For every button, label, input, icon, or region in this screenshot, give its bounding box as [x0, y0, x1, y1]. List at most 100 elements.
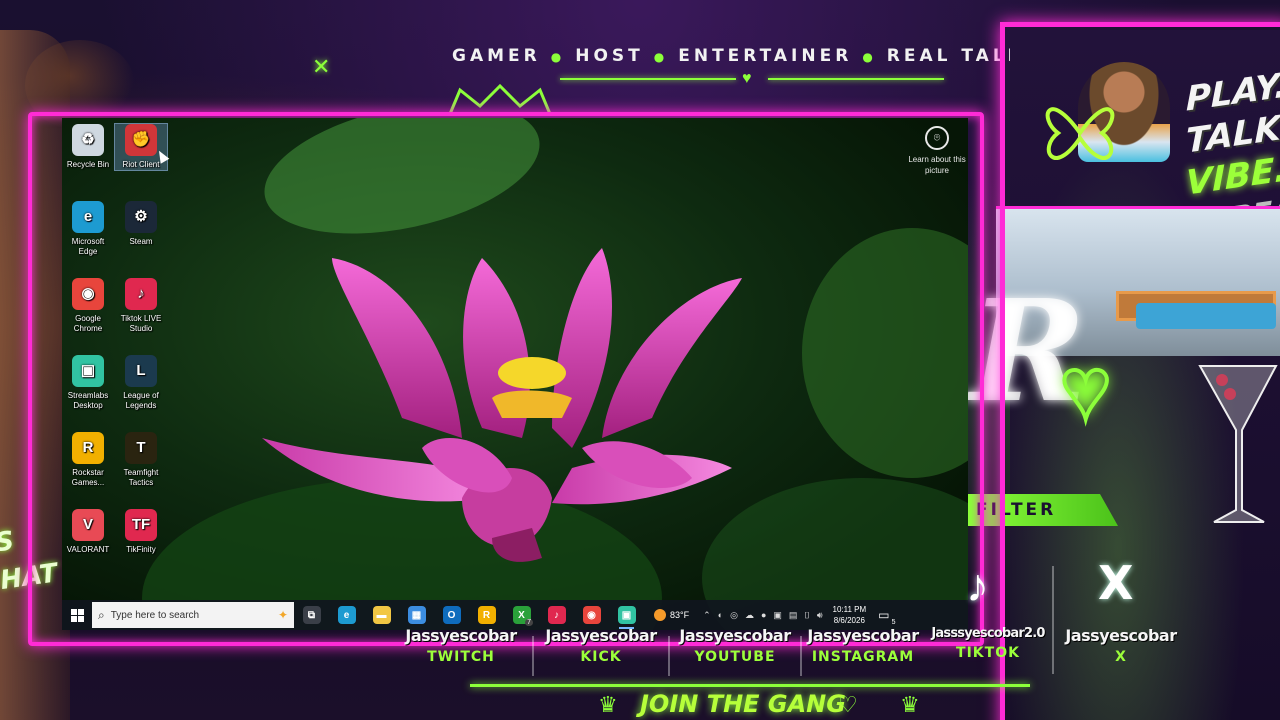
microsoft-store-icon: ▦: [407, 606, 426, 624]
weather-widget[interactable]: 83°F: [654, 609, 689, 621]
chrome-taskbar-icon: ◉: [582, 606, 601, 624]
tray-app-icon[interactable]: ▤: [789, 610, 798, 621]
file-explorer-icon: ▬: [372, 606, 391, 624]
start-button[interactable]: [62, 600, 92, 630]
social-divider: [532, 636, 534, 676]
search-highlight-icon: ✦: [277, 608, 288, 622]
desktop-icon[interactable]: ♻ Recycle Bin: [62, 124, 114, 170]
heart-icon: ♡: [838, 692, 858, 717]
tray-app-icon[interactable]: ☁: [745, 610, 754, 621]
wallpaper-leaf: [802, 228, 968, 478]
task-view-icon: ⧉: [302, 606, 321, 624]
tray-app-icon[interactable]: ◐: [718, 610, 723, 620]
social-twitch: Jassyescobar TWITCH: [396, 626, 526, 665]
outlook-icon: O: [442, 606, 461, 624]
show-hidden-icons-chevron-icon[interactable]: ⌃: [703, 610, 711, 621]
riot-client-icon: ✊: [125, 124, 157, 156]
social-youtube: Jassyescobar YOUTUBE: [670, 626, 800, 665]
social-platform: X: [1115, 649, 1127, 665]
rockstar-games-icon: R: [72, 432, 104, 464]
taskbar-app-button[interactable]: e: [329, 600, 364, 630]
windows-desktop: ♻ Recycle Bin ✊ Riot Client e Microsoft Edge ⚙…: [62, 118, 968, 630]
learn-about-picture-button[interactable]: ⌾ Learn about this picture: [902, 126, 968, 176]
notification-center-icon[interactable]: ▭ 5: [878, 608, 895, 626]
steam-icon: ⚙: [125, 201, 157, 233]
bullet-icon: ●: [550, 50, 566, 64]
desktop-icon-label: Tiktok LIVE Studio: [120, 314, 162, 333]
bottom-neon-stripe: [470, 684, 1030, 687]
social-handle: Jassyescobar: [545, 626, 657, 645]
desktop-icon[interactable]: e Microsoft Edge: [62, 201, 114, 257]
search-placeholder: Type here to search: [110, 609, 200, 621]
windows-logo-icon: [70, 608, 84, 622]
tiktok-logo-icon: ♪: [966, 559, 989, 611]
taskbar-search-box[interactable]: ⌕ Type here to search ✦: [92, 602, 294, 628]
clock-date: 8/6/2026: [833, 616, 865, 625]
desktop-icon[interactable]: L League of Legends: [115, 355, 167, 411]
taskbar-app-button[interactable]: ⧉: [294, 600, 329, 630]
social-platform: TWITCH: [427, 649, 495, 665]
desktop-icon[interactable]: ✊ Riot Client: [114, 123, 168, 171]
social-handle: Jassyescobar: [405, 626, 517, 645]
crown-icon: ♛: [598, 692, 618, 717]
desktop-icon-grid: ♻ Recycle Bin ✊ Riot Client e Microsoft Edge ⚙…: [62, 118, 172, 558]
x-logo-icon: X: [1098, 556, 1134, 610]
clock-time: 10:11 PM: [832, 605, 867, 614]
tray-app-icon[interactable]: ▣: [773, 610, 782, 621]
camera-icon: ⌾: [925, 126, 949, 150]
network-icon[interactable]: ⌷: [804, 610, 809, 621]
tray-app-icon[interactable]: ◎: [730, 610, 738, 621]
recycle-bin-icon: ♻: [72, 124, 104, 156]
desktop-icon[interactable]: ◉ Google Chrome: [62, 278, 114, 334]
chrome-icon: ◉: [72, 278, 104, 310]
volume-icon[interactable]: 🔊︎: [817, 610, 823, 621]
bullet-icon: ●: [862, 50, 877, 64]
social-platform: YOUTUBE: [694, 649, 776, 665]
tagline-word: ENTERTAINER: [678, 46, 853, 66]
desktop-icon-label: Rockstar Games...: [71, 468, 105, 487]
social-handle: Jassyescobar: [1065, 626, 1177, 645]
social-kick: Jassyescobar KICK: [536, 626, 666, 665]
sparkle-icon: ✕: [312, 54, 331, 79]
desktop-icon[interactable]: TF TikFinity: [115, 509, 167, 555]
taskbar-badge: 7: [525, 619, 533, 626]
tray-app-icon[interactable]: ●: [761, 610, 766, 620]
desktop-icon[interactable]: R Rockstar Games...: [62, 432, 114, 488]
league-of-legends-icon: L: [125, 355, 157, 387]
social-tiktok: Jasssyescobar2.0 TIKTOK: [924, 626, 1052, 661]
desktop-icon[interactable]: ♪ Tiktok LIVE Studio: [115, 278, 167, 334]
wallpaper-leaf: [252, 118, 552, 256]
desktop-icon[interactable]: T Teamfight Tactics: [115, 432, 167, 488]
desktop-icon-label: Microsoft Edge: [71, 237, 105, 256]
tikfinity-icon: TF: [125, 509, 157, 541]
edge-icon: e: [72, 201, 104, 233]
desktop-icon-label: Recycle Bin: [66, 160, 110, 169]
right-neon-frame: [1000, 22, 1280, 720]
desktop-icon[interactable]: V VALORANT: [62, 509, 114, 555]
taskbar-clock[interactable]: 10:11 PM 8/6/2026: [833, 604, 867, 626]
social-instagram: Jassyescobar INSTAGRAM: [798, 626, 928, 665]
search-icon: ⌕: [98, 607, 105, 622]
overlay-tagline: GAMER ● HOST ● ENTERTAINER ● REAL TALK: [452, 46, 1042, 66]
taskbar-app-button[interactable]: ▬: [364, 600, 399, 630]
teamfight-tactics-icon: T: [125, 432, 157, 464]
tagline-underline: [560, 78, 736, 80]
weather-sun-icon: [654, 609, 666, 621]
tiktok-live-studio-icon: ♪: [125, 278, 157, 310]
temperature-label: 83°F: [670, 610, 690, 620]
edge-taskbar-icon: e: [337, 606, 356, 624]
social-x: Jassyescobar X: [1056, 626, 1186, 665]
tagline-word: GAMER: [452, 46, 541, 66]
desktop-icon-label: TikFinity: [126, 545, 156, 554]
desktop-icon[interactable]: ⚙ Steam: [115, 201, 167, 247]
desktop-icon-label: Streamlabs Desktop: [67, 391, 109, 410]
crown-icon: ♛: [900, 692, 920, 717]
tagline-word: HOST: [575, 46, 644, 66]
desktop-icon-label: Teamfight Tactics: [123, 468, 159, 487]
social-handle: Jassyescobar: [679, 626, 791, 645]
desktop-icon-label: Steam: [129, 237, 153, 246]
heart-icon: ♥: [742, 70, 752, 87]
tagline-underline: [768, 78, 944, 80]
desktop-icon[interactable]: ▣ Streamlabs Desktop: [62, 355, 114, 411]
social-platform: TIKTOK: [956, 645, 1020, 661]
